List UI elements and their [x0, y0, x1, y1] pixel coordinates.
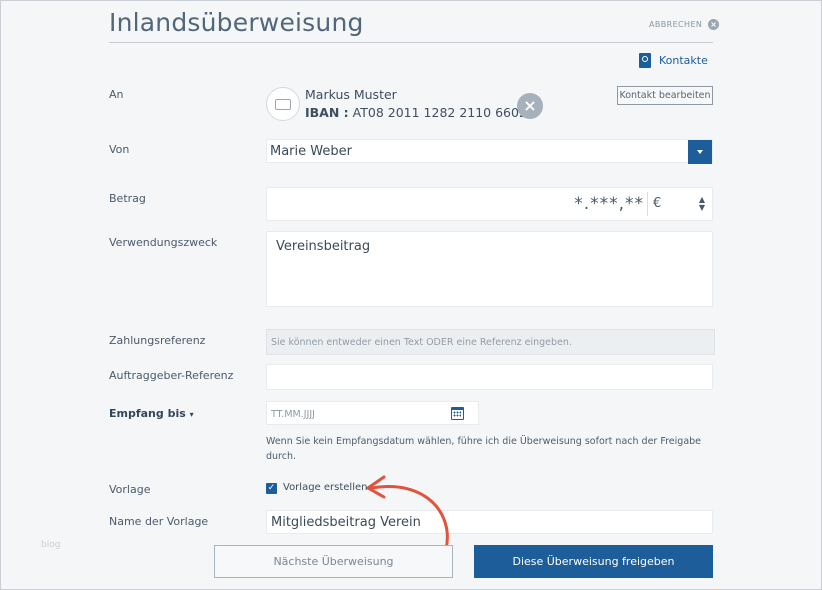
- cancel-button[interactable]: ABBRECHEN ×: [649, 19, 720, 30]
- payment-reference-input[interactable]: [267, 330, 714, 355]
- receipt-date-input[interactable]: [267, 403, 478, 426]
- iban-prefix: IBAN :: [305, 105, 349, 120]
- create-template-label[interactable]: Vorlage erstellen: [283, 482, 367, 493]
- contacts-link[interactable]: Kontakte: [639, 53, 708, 68]
- release-transfer-button[interactable]: Diese Überweisung freigeben: [474, 545, 713, 578]
- edit-contact-button[interactable]: Kontakt bearbeiten: [617, 86, 713, 105]
- remove-recipient-button[interactable]: ×: [517, 93, 543, 119]
- checkmark-icon: ✓: [267, 483, 276, 493]
- caret-down-icon: ▾: [189, 410, 194, 419]
- updown-arrows-icon: ▲ ▼: [698, 195, 705, 212]
- payment-reference-field[interactable]: [266, 329, 715, 355]
- purpose-textarea[interactable]: Vereinsbeitrag: [266, 231, 713, 307]
- cancel-label: ABBRECHEN: [649, 20, 703, 29]
- receipt-date-hint: Wenn Sie kein Empfangsdatum wählen, führ…: [266, 436, 702, 462]
- purpose-label: Verwendungszweck: [109, 236, 218, 249]
- amount-field[interactable]: *.***,** € ▲ ▼: [266, 187, 713, 221]
- receipt-date-field[interactable]: [266, 401, 479, 426]
- calendar-icon[interactable]: [451, 407, 464, 420]
- title-divider: [109, 42, 713, 43]
- purpose-value: Vereinsbeitrag: [276, 239, 371, 254]
- contact-avatar: [266, 87, 300, 121]
- contacts-label: Kontakte: [659, 54, 708, 67]
- currency-select[interactable]: € ▲ ▼: [647, 192, 710, 216]
- amount-label: Betrag: [109, 192, 146, 205]
- sender-select[interactable]: Marie Weber: [266, 139, 713, 164]
- create-template-checkbox[interactable]: ✓: [266, 483, 277, 494]
- iban-value: AT08 2011 1282 2110 6602: [352, 105, 527, 120]
- transfer-form-window: Inlandsüberweisung ABBRECHEN × Kontakte …: [0, 0, 822, 590]
- close-icon: ×: [708, 19, 720, 30]
- next-transfer-button[interactable]: Nächste Überweisung: [214, 545, 453, 578]
- close-icon: ×: [523, 96, 537, 115]
- currency-value: €: [653, 196, 662, 211]
- payment-reference-label: Zahlungsreferenz: [109, 334, 206, 347]
- receipt-date-toggle[interactable]: Empfang bis ▾: [109, 407, 194, 420]
- receipt-date-label: Empfang bis: [109, 407, 186, 420]
- recipient-name: Markus Muster: [305, 87, 397, 102]
- recipient-iban: IBAN : AT08 2011 1282 2110 6602: [305, 105, 527, 120]
- template-name-input[interactable]: [267, 511, 712, 534]
- client-reference-input[interactable]: [267, 365, 712, 389]
- template-label: Vorlage: [109, 483, 151, 496]
- recipient-label: An: [109, 88, 124, 101]
- watermark: blog: [41, 540, 61, 550]
- chevron-down-icon[interactable]: [688, 140, 712, 164]
- contact-card-icon: [275, 98, 291, 110]
- address-book-icon: [639, 53, 651, 68]
- amount-value: *.***,**: [574, 194, 644, 214]
- client-reference-label: Auftraggeber-Referenz: [109, 369, 234, 382]
- sender-value: Marie Weber: [270, 144, 352, 159]
- client-reference-field[interactable]: [266, 364, 713, 390]
- annotation-arrow-icon: [366, 475, 449, 551]
- sender-label: Von: [109, 143, 130, 156]
- template-name-field[interactable]: [266, 510, 713, 534]
- page-title: Inlandsüberweisung: [109, 8, 364, 37]
- template-name-label: Name der Vorlage: [109, 515, 209, 528]
